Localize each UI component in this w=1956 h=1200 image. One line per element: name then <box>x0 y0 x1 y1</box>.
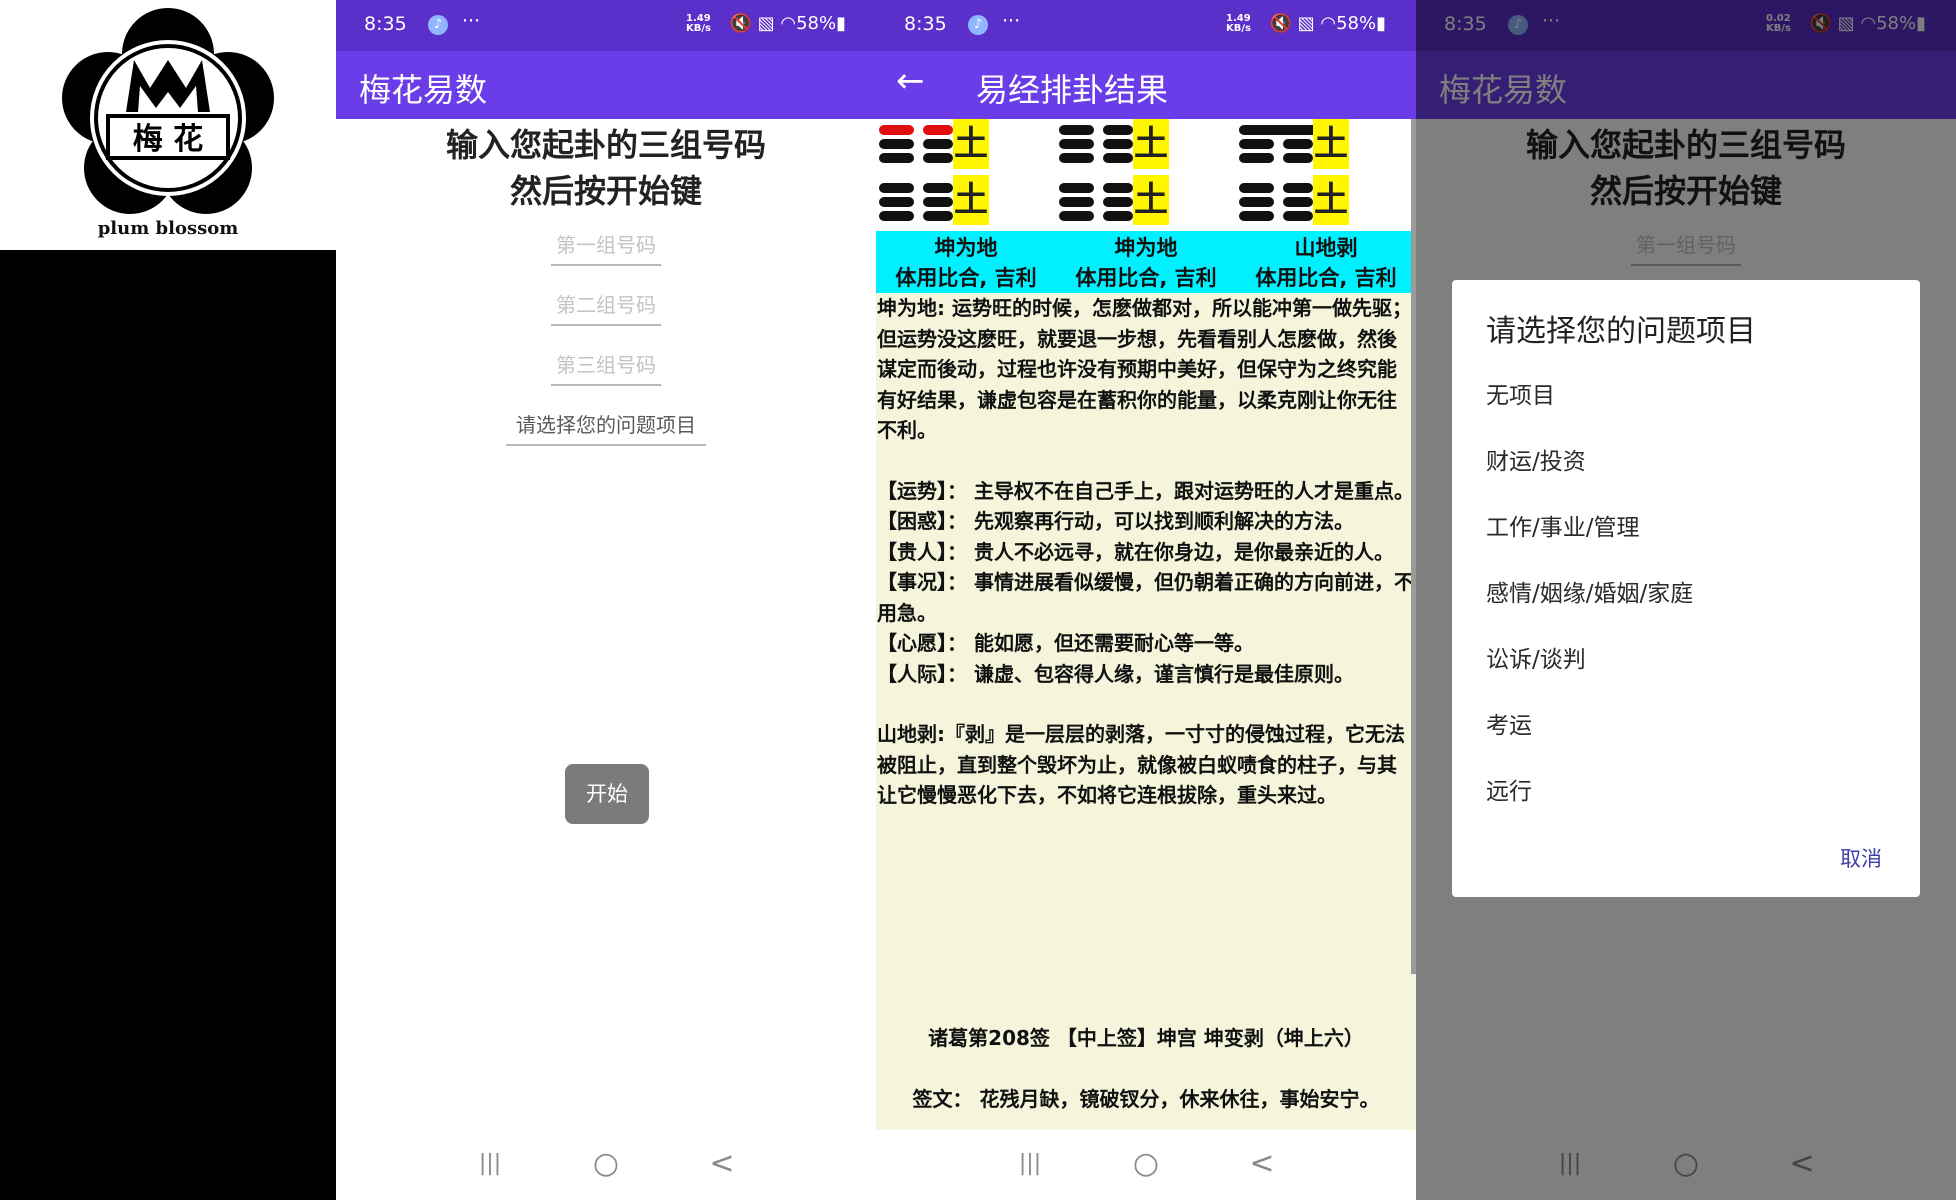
recents-icon[interactable]: ||| <box>1010 1146 1050 1182</box>
reading-item: 【事况】： 事情进展看似缓慢，但仍朝着正确的方向前进，不用急。 <box>877 570 1414 625</box>
question-type-dialog: 请选择您的问题项目 无项目 财运/投资 工作/事业/管理 感情/姻缘/婚姻/家庭… <box>1452 280 1920 897</box>
more-notifications-icon: ··· <box>1002 10 1021 32</box>
status-bar: 8:35 ♪ ··· 1.49 KB/s 🔇 ▧ ◠58%▮ <box>336 0 876 51</box>
more-notifications-icon: ··· <box>462 10 481 32</box>
hexagram-3-label: 山地剥 体用比合, 吉利 <box>1255 236 1397 290</box>
hexagram-1-label: 坤为地 体用比合, 吉利 <box>895 236 1037 290</box>
screen-result: 8:35 ♪ ··· 1.49 KB/s 🔇 ▧ ◠58%▮ ← 易经排卦结果 土… <box>876 0 1416 1200</box>
instruction-line-1: 输入您起卦的三组号码 <box>445 126 766 164</box>
earth-element: 土 <box>1133 175 1169 225</box>
cancel-button[interactable]: 取消 <box>1840 843 1882 873</box>
screen-question-dialog: 8:35 ♪ ··· 0.02KB/s 🔇 ▧ ◠58%▮ 梅花易数 输入您起卦… <box>1416 0 1956 1200</box>
music-note-icon: ♪ <box>968 15 988 35</box>
battery-level: 58% <box>796 13 837 34</box>
sign-text: 签文： 花残月缺，镜破钗分，休来休往，事始安宁。 <box>912 1087 1380 1111</box>
earth-element: 土 <box>1133 119 1169 169</box>
back-arrow-icon[interactable]: ← <box>896 61 925 101</box>
logo-caption: plum blossom <box>97 218 239 239</box>
earth-element: 土 <box>1313 119 1349 169</box>
network-speed: 1.49 KB/s <box>686 13 711 34</box>
plum-blossom-emblem-icon: 梅 花 <box>62 8 274 214</box>
option-none[interactable]: 无项目 <box>1486 376 1555 410</box>
reading-item: 【贵人】： 贵人不必远寻，就在你身边，是你最亲近的人。 <box>877 539 1394 564</box>
network-speed: 1.49 KB/s <box>1226 13 1251 34</box>
first-number-input[interactable]: 第一组号码 <box>551 229 661 266</box>
battery-level: 58% <box>1336 13 1377 34</box>
status-bar: 8:35 ♪ ··· 1.49 KB/s 🔇 ▧ ◠58%▮ <box>876 0 1416 51</box>
home-icon[interactable]: ○ <box>1126 1146 1166 1182</box>
music-note-icon: ♪ <box>428 15 448 35</box>
hexagram-names: 坤为地 体用比合, 吉利 坤为地 体用比合, 吉利 山地剥 体用比合, 吉利 <box>876 231 1416 293</box>
system-nav-bar: ||| ○ < <box>876 1130 1416 1200</box>
earth-element: 土 <box>953 119 989 169</box>
status-time: 8:35 <box>904 13 947 35</box>
back-nav-icon[interactable]: < <box>1242 1146 1282 1182</box>
status-right: 🔇 ▧ ◠58%▮ <box>729 13 846 34</box>
mute-icon: 🔇 <box>1269 13 1292 34</box>
hexagram-1: 土 土 <box>879 119 1009 231</box>
hexagram-3: 土 土 <box>1239 119 1369 231</box>
hexagram-row: 土 土 土 土 土 土 <box>876 119 1416 231</box>
no-sim-icon: ▧ <box>1297 13 1315 34</box>
option-lawsuit[interactable]: 讼诉/谈判 <box>1486 640 1586 674</box>
battery-icon: ▮ <box>836 13 846 34</box>
emblem-text: 梅 花 <box>133 122 203 157</box>
back-nav-icon[interactable]: < <box>702 1146 742 1182</box>
instruction-line-2: 然后按开始键 <box>509 172 702 210</box>
system-nav-bar: ||| ○ < <box>336 1130 876 1200</box>
earth-element: 土 <box>953 175 989 225</box>
changed-hexagram-paragraph: 山地剥:『剥』是一层层的剥落，一寸寸的侵蚀过程，它无法被阻止，直到整个毁坏为止，… <box>877 722 1405 807</box>
reading-item: 【运势】： 主导权不在自己手上，跟对运势旺的人才是重点。 <box>877 478 1414 503</box>
status-right: 🔇 ▧ ◠58%▮ <box>1269 13 1386 34</box>
earth-element: 土 <box>1313 175 1349 225</box>
option-career[interactable]: 工作/事业/管理 <box>1486 508 1640 542</box>
sign-header: 诸葛第208签 【中上签】坤宫 坤变剥（坤上六） <box>928 1026 1364 1050</box>
second-number-input[interactable]: 第二组号码 <box>551 289 661 326</box>
instruction-heading: 输入您起卦的三组号码 然后按开始键 <box>336 122 876 214</box>
app-bar: ← 易经排卦结果 <box>876 51 1416 119</box>
logo: 梅 花 plum blossom <box>0 0 336 250</box>
wifi-icon: ◠ <box>780 13 797 34</box>
screen-input: 8:35 ♪ ··· 1.49 KB/s 🔇 ▧ ◠58%▮ 梅花易数 输入您起卦… <box>336 0 876 1200</box>
third-number-input[interactable]: 第三组号码 <box>551 349 661 386</box>
app-bar: 梅花易数 <box>336 51 876 119</box>
main-hexagram-paragraph: 坤为地: 运势旺的时候，怎麽做都对，所以能冲第一做先驱；但运势没这麽旺，就要退一… <box>877 296 1412 442</box>
mute-icon: 🔇 <box>729 13 752 34</box>
battery-icon: ▮ <box>1376 13 1386 34</box>
question-type-select[interactable]: 请选择您的问题项目 <box>506 409 706 446</box>
wifi-icon: ◠ <box>1320 13 1337 34</box>
option-travel[interactable]: 远行 <box>1486 772 1532 806</box>
hexagram-2: 土 土 <box>1059 119 1189 231</box>
interpretation-text: 坤为地: 运势旺的时候，怎麽做都对，所以能冲第一做先驱；但运势没这麽旺，就要退一… <box>876 293 1416 1135</box>
home-icon[interactable]: ○ <box>586 1146 626 1182</box>
option-relationships[interactable]: 感情/姻缘/婚姻/家庭 <box>1486 574 1693 608</box>
app-title: 梅花易数 <box>359 71 488 109</box>
reading-item: 【人际】： 谦虚、包容得人缘，谨言慎行是最佳原则。 <box>877 661 1354 686</box>
result-title: 易经排卦结果 <box>976 71 1169 109</box>
status-time: 8:35 <box>364 13 407 35</box>
start-button[interactable]: 开始 <box>565 764 649 824</box>
reading-item: 【困惑】： 先观察再行动，可以找到顺利解决的方法。 <box>877 509 1354 533</box>
recents-icon[interactable]: ||| <box>470 1146 510 1182</box>
no-sim-icon: ▧ <box>757 13 775 34</box>
reading-item: 【心愿】： 能如愿，但还需要耐心等一等。 <box>877 631 1254 655</box>
dialog-title: 请选择您的问题项目 <box>1486 314 1756 349</box>
logo-panel: 梅 花 plum blossom <box>0 0 336 1200</box>
option-wealth-investment[interactable]: 财运/投资 <box>1486 442 1586 476</box>
hexagram-2-label: 坤为地 体用比合, 吉利 <box>1075 236 1217 290</box>
option-exam[interactable]: 考运 <box>1486 706 1532 740</box>
